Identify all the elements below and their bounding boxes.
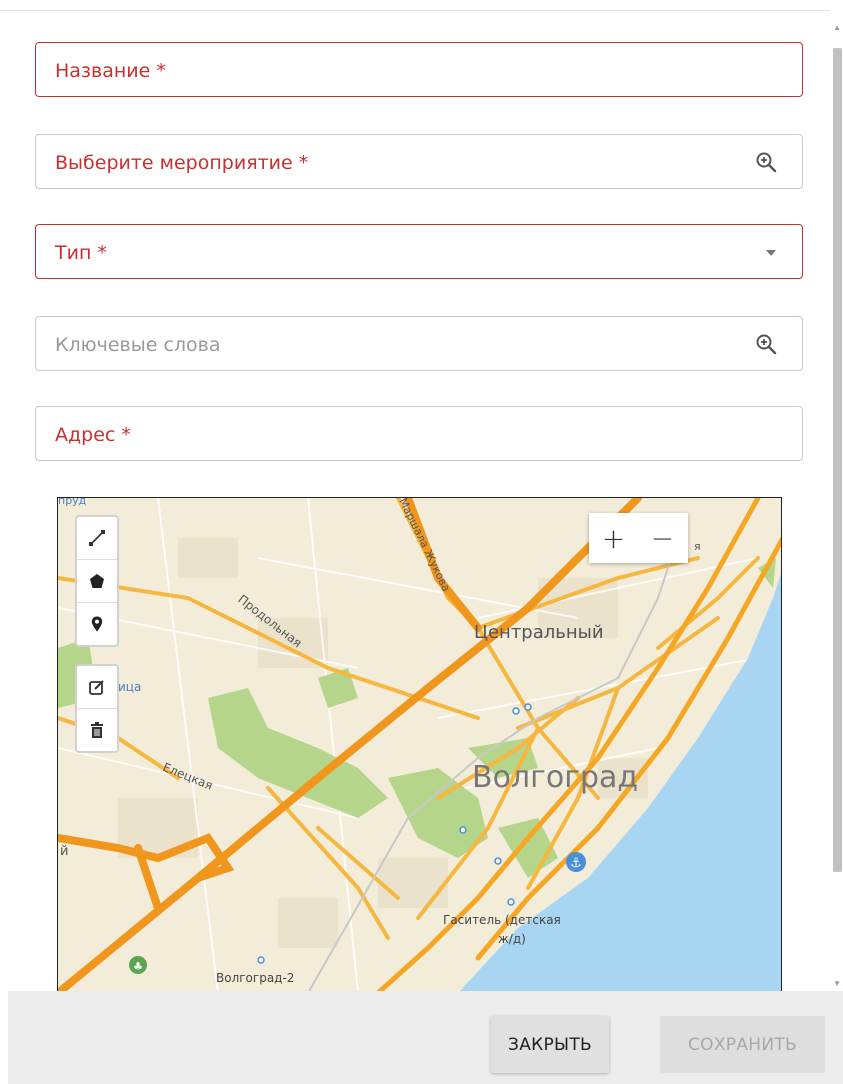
svg-text:⚓: ⚓ [570,856,582,871]
zoom-out-button[interactable]: − [638,513,687,563]
map-tiles: ⚓ ♣ [58,498,781,991]
polygon-icon [90,574,104,588]
edit-layers-button[interactable] [77,666,117,709]
name-field[interactable]: Название * [35,42,803,97]
map-label-poi: Гаситель (детская [443,913,561,927]
map-label-city: Волгоград [472,760,639,795]
polyline-icon [89,530,105,546]
zoom-in-search-icon[interactable] [754,150,778,174]
keywords-field-label: Ключевые слова [55,334,221,356]
scroll-up-arrow-icon[interactable]: ▲ [833,24,841,32]
top-divider [0,10,830,11]
map-label-edge: ица [118,680,142,694]
scroll-down-arrow-icon[interactable]: ▼ [833,980,841,988]
map-label-station: Волгоград-2 [216,971,295,985]
trash-icon [91,722,103,738]
scrollbar-thumb[interactable] [833,48,842,872]
zoom-in-search-icon[interactable] [754,332,778,356]
map-zoom-control: + − [589,513,688,563]
map[interactable]: ⚓ ♣ Центральный Волгоград Продольная Еле… [57,497,782,992]
type-select-field[interactable]: Тип * [35,224,803,279]
draw-toolbar [75,515,119,647]
event-field-label: Выберите мероприятие * [55,152,309,174]
map-label-district: Центральный [474,622,604,643]
draw-marker-button[interactable] [77,603,117,645]
map-label-poi: ж/д) [498,932,526,946]
save-button[interactable]: СОХРАНИТЬ [660,1016,825,1073]
keywords-field[interactable]: Ключевые слова [35,316,803,371]
delete-layers-button[interactable] [77,709,117,751]
marker-icon [91,616,103,632]
map-label-edge: я [694,540,701,553]
close-button[interactable]: ЗАКРЫТЬ [491,1016,609,1073]
zoom-in-button[interactable]: + [589,513,638,563]
draw-polygon-button[interactable] [77,560,117,603]
type-field-label: Тип * [55,242,107,264]
address-field-label: Адрес * [55,424,131,446]
address-field[interactable]: Адрес * [35,406,803,461]
map-label-edge: пруд [58,497,87,507]
chevron-down-icon[interactable] [766,250,776,256]
dialog-footer: ЗАКРЫТЬ СОХРАНИТЬ [8,991,843,1084]
draw-polyline-button[interactable] [77,517,117,560]
event-select-field[interactable]: Выберите мероприятие * [35,134,803,189]
edit-toolbar [75,664,119,753]
svg-text:♣: ♣ [133,960,143,973]
map-label-edge: й [60,844,69,859]
scrollbar[interactable]: ▲ ▼ [830,10,843,988]
edit-icon [89,680,104,695]
name-field-label: Название * [55,60,166,82]
